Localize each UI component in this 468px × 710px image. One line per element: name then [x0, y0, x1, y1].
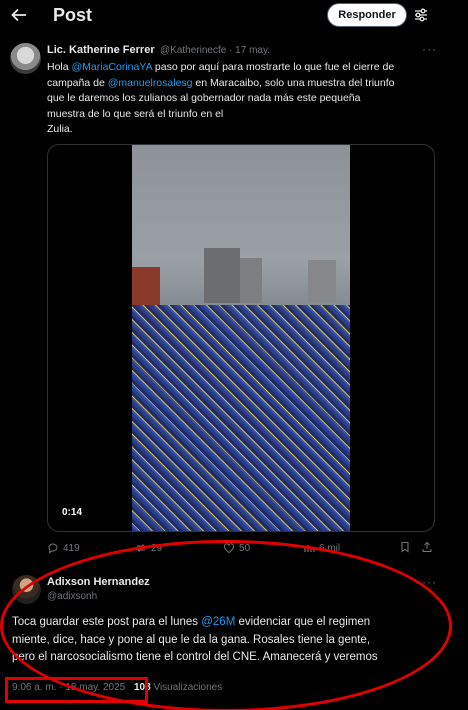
reply-action[interactable]: 419: [47, 541, 80, 557]
mention-link[interactable]: @manuelrosalesg: [108, 77, 193, 89]
post-text-line: Zulia.: [47, 123, 73, 135]
more-options-icon[interactable]: ···: [422, 42, 437, 56]
reply-icon: [48, 543, 58, 554]
annotation-rectangle: [5, 677, 148, 703]
bookmark-icon[interactable]: [399, 541, 411, 557]
avatar[interactable]: [10, 43, 41, 74]
share-icon[interactable]: [421, 541, 433, 557]
reply-button[interactable]: Responder: [327, 3, 407, 27]
post-text: Hola @MariaCorinaYA paso por aquí para m…: [47, 60, 437, 138]
page-title: Post: [53, 5, 93, 25]
post-text-line: Hola @MariaCorinaYA paso por aquí para m…: [47, 61, 395, 73]
crowd: [132, 305, 350, 531]
building: [308, 260, 336, 302]
video-timestamp: 0:14: [62, 507, 83, 518]
author-handle[interactable]: @Katherinecfe · 17 may.: [160, 45, 270, 56]
video-frame[interactable]: [132, 145, 350, 531]
reply-count: 419: [63, 543, 80, 554]
settings-sliders-icon[interactable]: [413, 7, 429, 23]
author-name[interactable]: Lic. Katherine Ferrer: [47, 44, 155, 56]
back-arrow-icon[interactable]: [10, 6, 28, 24]
top-bar: Post Responder: [0, 0, 468, 30]
mention-link[interactable]: @MariaCorinaYA: [72, 61, 153, 73]
building: [204, 248, 240, 303]
post-text-line: que le daremos los zulianos al gobernado…: [47, 92, 361, 104]
post-text-line: muestra de lo que será el triunfo en el: [47, 107, 224, 120]
video-player[interactable]: 0:14: [47, 144, 435, 532]
post-text-line: campaña de @manuelrosalesg en Maracaibo,…: [47, 76, 395, 89]
building: [240, 258, 262, 303]
